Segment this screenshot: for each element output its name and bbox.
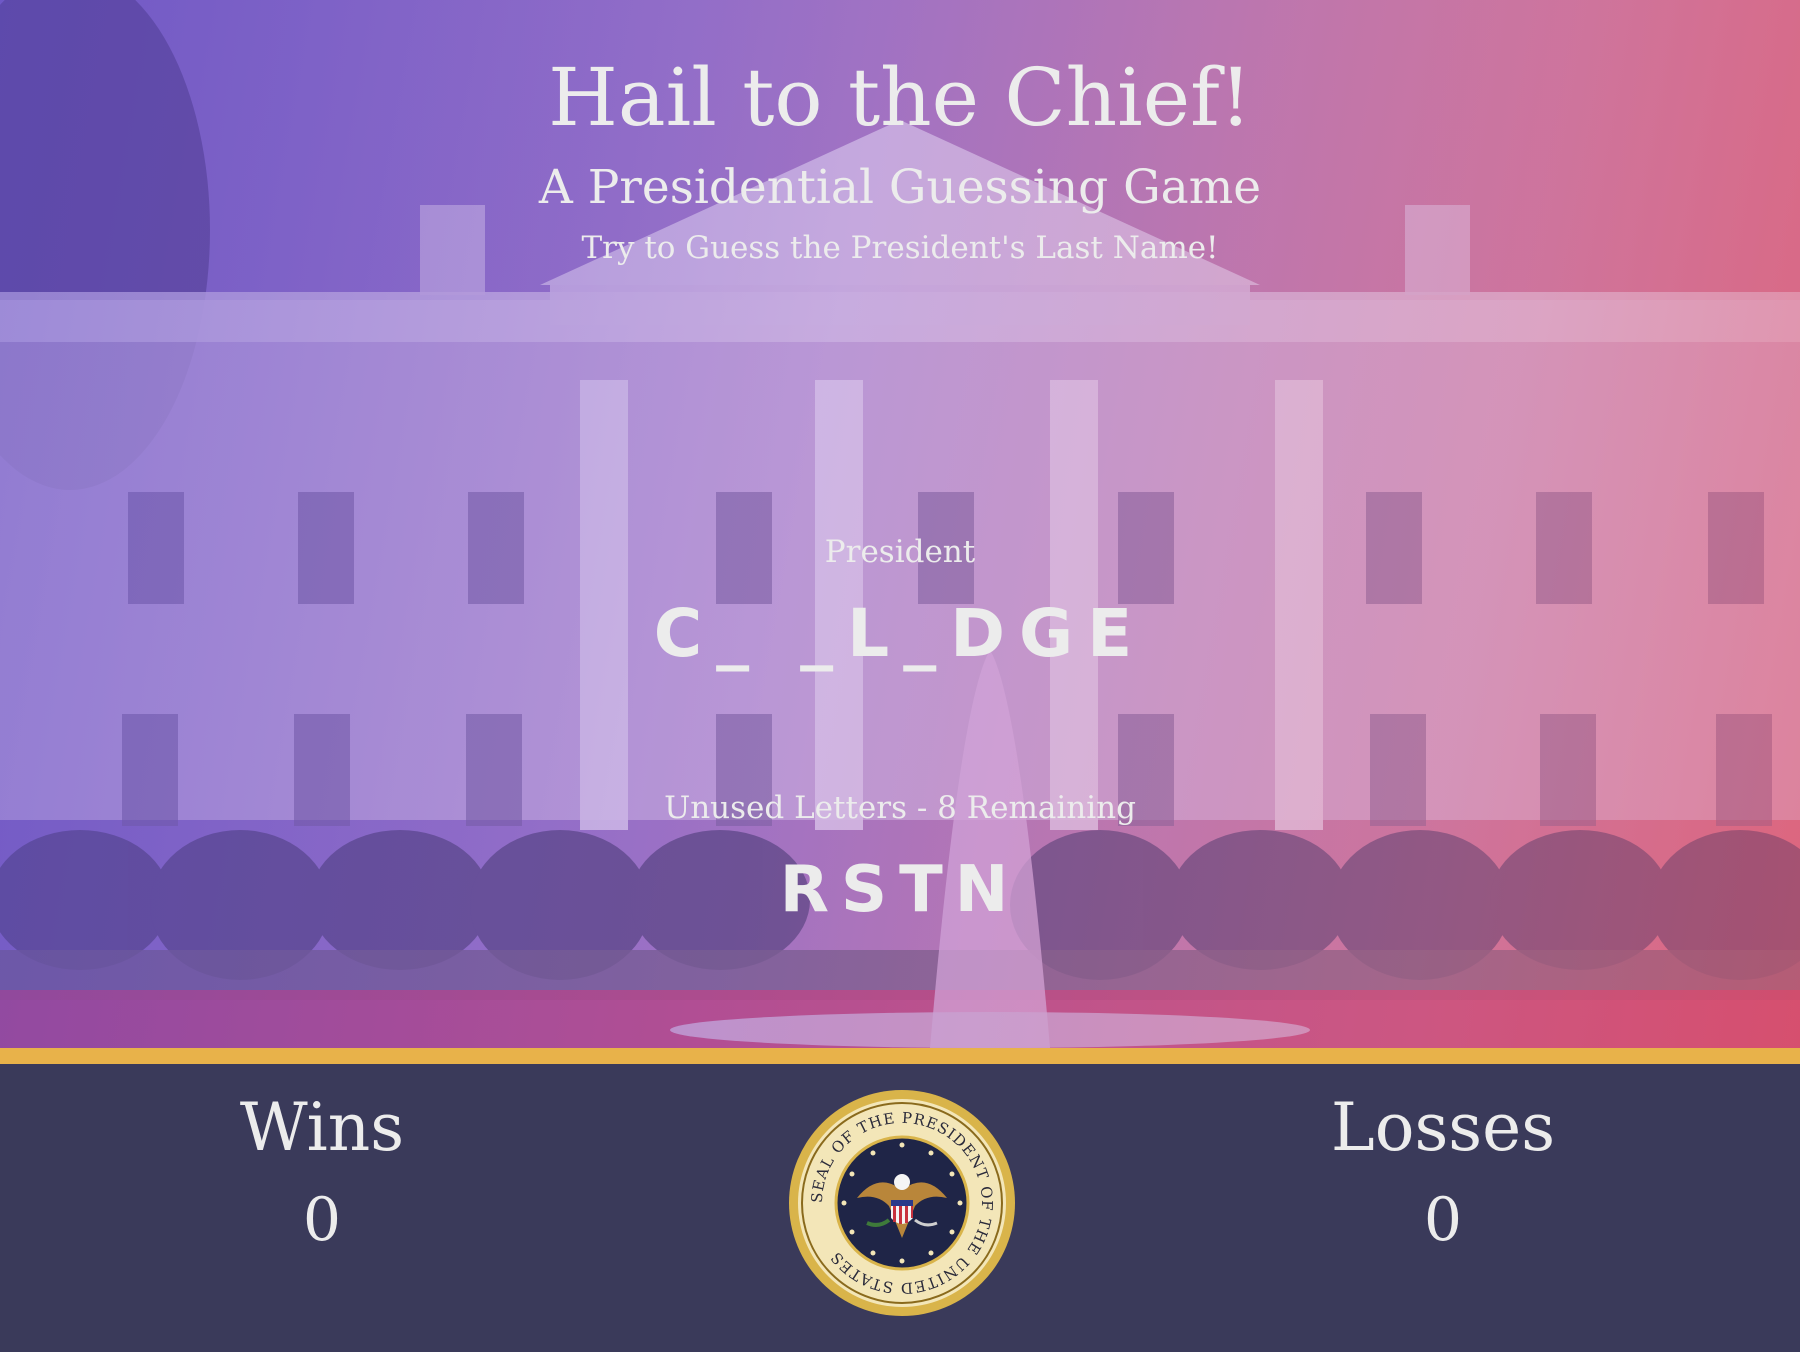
wins-value: 0: [302, 1185, 342, 1255]
losses-value: 0: [1423, 1185, 1463, 1255]
unused-letters-label: Unused Letters - 8 Remaining: [664, 790, 1136, 826]
presidential-seal-icon: SEAL OF THE PRESIDENT OF THE UNITED STAT…: [789, 1090, 1015, 1316]
president-label: President: [824, 534, 976, 570]
wins-panel: Wins 0: [122, 1088, 522, 1258]
gold-divider: [0, 1048, 1800, 1064]
page-subtitle: A Presidential Guessing Game: [538, 160, 1262, 215]
word-display: C_ _L_DGE: [653, 595, 1147, 672]
instructions-text: Try to Guess the President's Last Name!: [581, 230, 1219, 266]
hero-background: Hail to the Chief! A Presidential Guessi…: [0, 0, 1800, 1048]
wins-label: Wins: [239, 1089, 405, 1166]
unused-letters: RSTN: [779, 853, 1021, 927]
losses-label: Losses: [1330, 1089, 1556, 1166]
losses-panel: Losses 0: [1243, 1088, 1643, 1258]
page-title: Hail to the Chief!: [548, 51, 1252, 144]
